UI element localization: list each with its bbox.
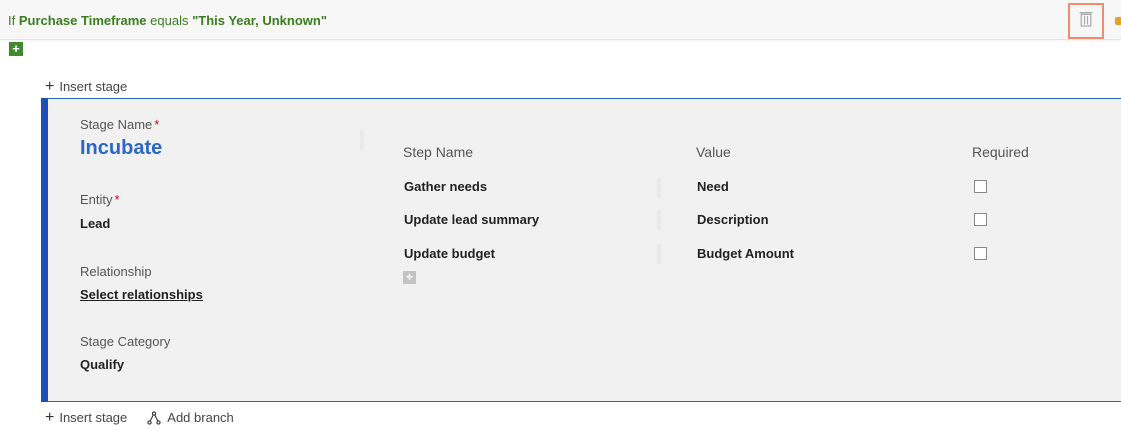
required-star: *: [154, 117, 160, 132]
plus-icon: +: [45, 409, 55, 426]
step-name-cell[interactable]: Update lead summary: [404, 212, 539, 227]
divider: [657, 244, 661, 264]
step-value-cell[interactable]: Description: [697, 212, 769, 227]
panel-edge-marker: [1115, 17, 1121, 25]
add-branch-link[interactable]: Add branch: [167, 410, 234, 425]
bottom-actions: + Insert stage Add branch: [45, 409, 234, 426]
column-header-step-name: Step Name: [403, 144, 474, 160]
stage-category-value[interactable]: Qualify: [80, 357, 124, 372]
select-relationships-link[interactable]: Select relationships: [80, 287, 203, 302]
plus-icon: +: [45, 78, 55, 95]
condition-prefix: If: [8, 13, 16, 28]
branch-icon: [147, 410, 161, 425]
add-condition-plus-icon[interactable]: +: [9, 42, 23, 56]
step-value-cell[interactable]: Budget Amount: [697, 246, 794, 261]
divider: [657, 178, 661, 198]
insert-stage-label: Insert stage: [59, 79, 128, 94]
add-step-plus-icon[interactable]: +: [403, 271, 416, 284]
condition-bar[interactable]: If Purchase Timeframe equals "This Year,…: [0, 0, 1121, 40]
stage-category-label: Stage Category: [80, 334, 171, 349]
stage-name-label: Stage Name *: [80, 117, 160, 132]
required-checkbox[interactable]: [974, 247, 987, 260]
stage-card[interactable]: [41, 98, 1121, 402]
condition-operator: equals: [150, 13, 189, 28]
required-star: *: [114, 192, 120, 207]
divider: [657, 210, 661, 230]
step-name-cell[interactable]: Update budget: [404, 246, 495, 261]
required-checkbox[interactable]: [974, 213, 987, 226]
trash-icon: [1079, 11, 1093, 32]
step-name-cell[interactable]: Gather needs: [404, 179, 487, 194]
delete-button[interactable]: [1068, 3, 1104, 39]
divider: [360, 130, 364, 150]
stage-accent-bar: [41, 98, 48, 402]
stage-name-value[interactable]: Incubate: [80, 137, 162, 160]
condition-value: "This Year, Unknown": [192, 13, 327, 28]
column-header-value: Value: [696, 144, 731, 160]
insert-stage-link-bottom[interactable]: Insert stage: [59, 410, 127, 425]
entity-label: Entity *: [80, 192, 120, 207]
entity-value[interactable]: Lead: [80, 216, 110, 231]
condition-field: Purchase Timeframe: [18, 13, 147, 28]
condition-text[interactable]: If Purchase Timeframe equals "This Year,…: [8, 13, 327, 28]
required-checkbox[interactable]: [974, 180, 987, 193]
column-header-required: Required: [972, 144, 1029, 160]
relationship-label: Relationship: [80, 264, 152, 279]
insert-stage-link-top[interactable]: + Insert stage: [45, 78, 128, 95]
step-value-cell[interactable]: Need: [697, 179, 729, 194]
